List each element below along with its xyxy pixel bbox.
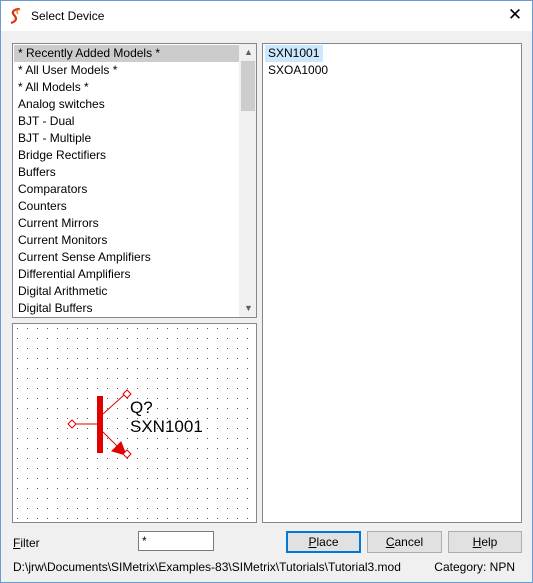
category-item[interactable]: * All Models * (14, 79, 89, 96)
filter-label: Filter (13, 536, 40, 550)
category-item[interactable]: Digital Arithmetic (14, 283, 107, 300)
category-item[interactable]: Current Sense Amplifiers (14, 249, 151, 266)
cancel-button[interactable]: Cancel (367, 531, 442, 553)
symbol-preview: Q? SXN1001 (12, 323, 257, 523)
category-item[interactable]: BJT - Dual (14, 113, 74, 130)
category-item[interactable]: Buffers (14, 164, 56, 181)
model-item[interactable]: SXOA1000 (265, 62, 332, 79)
place-button[interactable]: Place (286, 531, 361, 553)
category-item[interactable]: Counters (14, 198, 67, 215)
scroll-up-icon[interactable]: ▲ (240, 44, 256, 61)
model-category: Category: NPN (434, 560, 515, 574)
category-item[interactable]: Current Monitors (14, 232, 107, 249)
select-device-dialog: Select Device ✕ * Recently Added Models … (0, 0, 533, 583)
category-item[interactable]: * Recently Added Models * (14, 45, 239, 62)
npn-transistor-symbol: Q? SXN1001 (17, 328, 248, 519)
category-item[interactable]: Digital Buffers (14, 300, 92, 317)
category-item[interactable]: BJT - Multiple (14, 130, 91, 147)
category-item[interactable]: Comparators (14, 181, 87, 198)
category-scrollbar[interactable]: ▲ ▼ (239, 44, 256, 317)
simetrix-app-icon (10, 8, 21, 24)
reference-label: Q? (130, 398, 153, 417)
category-item[interactable]: Current Mirrors (14, 215, 99, 232)
window-title: Select Device (31, 9, 105, 23)
category-list[interactable]: * Recently Added Models * * All User Mode… (12, 43, 257, 318)
category-item[interactable]: Bridge Rectifiers (14, 147, 106, 164)
category-item[interactable]: Analog switches (14, 96, 105, 113)
model-file-path: D:\jrw\Documents\SIMetrix\Examples-83\SI… (13, 560, 401, 574)
scrollbar-thumb[interactable] (241, 61, 255, 111)
filter-input[interactable] (138, 531, 214, 551)
category-item[interactable]: * All User Models * (14, 62, 117, 79)
title-bar: Select Device ✕ (1, 1, 532, 31)
category-item[interactable]: Differential Amplifiers (14, 266, 131, 283)
close-icon[interactable]: ✕ (498, 1, 532, 31)
model-item[interactable]: SXN1001 (265, 45, 324, 62)
model-list[interactable]: SXN1001 SXOA1000 (262, 43, 522, 523)
help-button[interactable]: Help (448, 531, 522, 553)
scroll-down-icon[interactable]: ▼ (240, 300, 256, 317)
part-label: SXN1001 (130, 417, 203, 436)
